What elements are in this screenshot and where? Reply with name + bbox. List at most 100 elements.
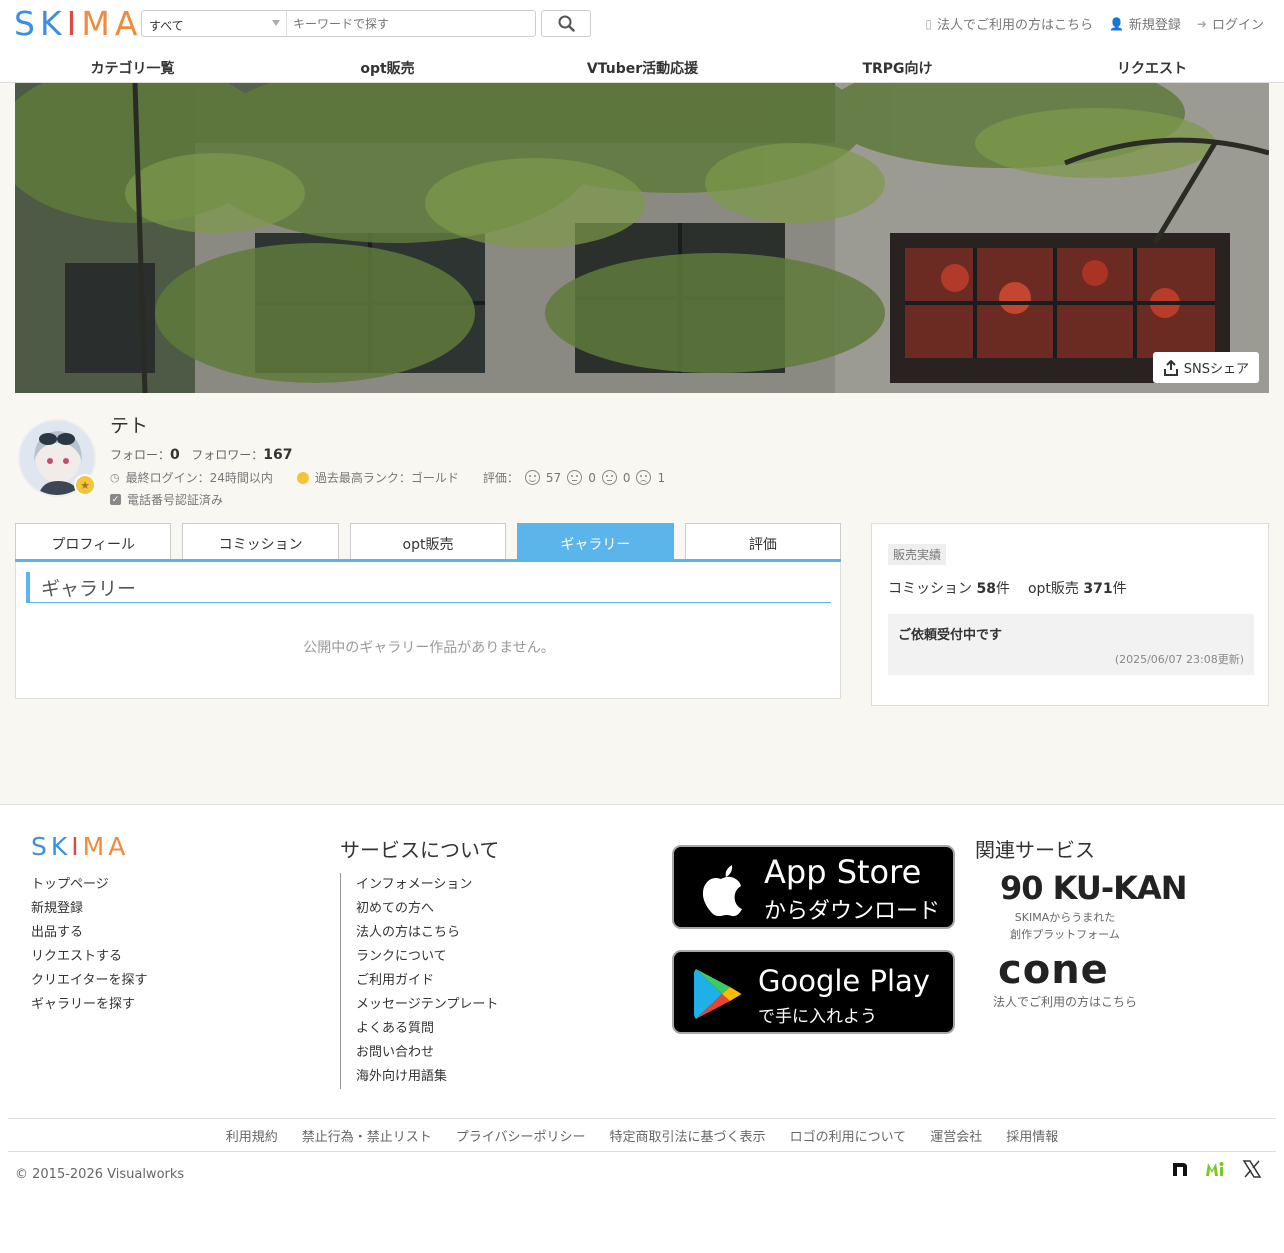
legal-link-prohibited[interactable]: 禁止行為・禁止リスト [302,1126,432,1145]
footer-links-service: インフォメーション 初めての方へ 法人の方はこちら ランクについて ご利用ガイド… [340,873,498,1089]
google-play-badge[interactable]: Google Play で手に入れよう [672,950,955,1034]
footer-link-faq[interactable]: よくある質問 [356,1021,434,1036]
login-link-label: ログイン [1211,18,1264,33]
footer-link-request[interactable]: リクエストする [31,949,122,964]
site-header: SKIMA すべて ▯ 法人でご利用の方はこちら 👤 新規登録 ➜ ログイン カ… [0,0,1284,83]
profile-banner: SNSシェア [15,83,1269,393]
cone-logo[interactable]: cone [998,947,1109,993]
footer-link-register[interactable]: 新規登録 [31,901,83,916]
sales-record-box: 販売実績 コミッション 58件 opt販売 371件 ご依頼受付中です (202… [871,523,1269,706]
footer-link-information[interactable]: インフォメーション [356,877,472,892]
misskey-icon[interactable] [1204,1159,1228,1183]
footer-logo[interactable]: SKIMA [31,832,129,861]
nav-vtuber[interactable]: VTuber活動応援 [510,55,775,78]
google-play-sub: で手に入れよう [758,1007,877,1027]
register-link[interactable]: 👤 新規登録 [1108,14,1181,34]
search-input[interactable] [287,11,535,36]
nav-trpg[interactable]: TRPG向け [775,55,1020,78]
x-icon[interactable] [1242,1159,1262,1183]
request-updated: (2025/06/07 23:08更新) [1114,653,1244,666]
copyright: © 2015-2026 Visualworks [15,1167,185,1182]
building-icon: ▯ [925,16,932,31]
tab-reviews[interactable]: 評価 [684,523,842,559]
cone-description: 法人でご利用の方はこちら [992,995,1137,1009]
note-icon[interactable] [1170,1159,1190,1183]
rating-bad-count: 1 [657,470,666,485]
google-play-icon [694,969,741,1019]
tab-commission[interactable]: コミッション [182,523,339,559]
rating-neutral-count: 0 [622,470,631,485]
rating-label: 評価： [482,471,519,485]
footer-link-top[interactable]: トップページ [31,877,109,892]
footer-links-main: トップページ 新規登録 出品する リクエストする クリエイターを探す ギャラリー… [31,873,147,1017]
footer-link-find-gallery[interactable]: ギャラリーを探す [31,997,135,1012]
site-logo[interactable]: SKIMA [14,4,142,43]
kukan-logo[interactable]: 90 KU-KAN [1000,869,1188,907]
meh-face-icon [601,470,617,485]
social-links [1170,1159,1262,1183]
footer-link-find-creator[interactable]: クリエイターを探す [31,973,147,988]
check-icon: ✓ [110,494,121,505]
search-icon [558,15,575,32]
search-bar: すべて [141,10,536,37]
category-select[interactable]: すべて [142,11,287,36]
footer-link-rank[interactable]: ランクについて [356,949,447,964]
profile-meta: ◷ 最終ログイン：24時間以内 過去最高ランク：ゴールド 評価： 57 0 0 … [110,469,665,486]
logo-letter: M [81,4,115,43]
legal-link-commercial-law[interactable]: 特定商取引法に基づく表示 [610,1126,766,1145]
profile-tabs: プロフィール コミッション opt販売 ギャラリー 評価 [15,523,842,562]
site-footer: SKIMA トップページ 新規登録 出品する リクエストする クリエイターを探す… [0,804,1284,1253]
sns-share-button[interactable]: SNSシェア [1152,352,1259,383]
clock-icon: ◷ [110,471,120,484]
legal-link-terms[interactable]: 利用規約 [226,1126,278,1145]
legal-link-recruit[interactable]: 採用情報 [1006,1126,1058,1145]
legal-link-company[interactable]: 運営会社 [930,1126,982,1145]
follow-link[interactable]: フォロー：0 [110,447,180,463]
logo-letter: K [50,832,72,861]
commission-sales-label: コミッション [888,581,972,597]
phone-verified: ✓ 電話番号認証済み [110,491,223,508]
follower-count: 167 [263,447,293,463]
phone-verified-label: 電話番号認証済み [127,493,224,507]
footer-link-contact[interactable]: お問い合わせ [356,1045,434,1060]
opt-sales: opt販売 371件 [1028,578,1127,598]
smile-face-icon [524,470,540,485]
commission-sales-unit: 件 [995,581,1010,597]
footer-link-beginners[interactable]: 初めての方へ [356,901,434,916]
footer-link-corporate[interactable]: 法人の方はこちら [356,925,460,940]
search-button[interactable] [541,10,591,37]
footer-link-sell[interactable]: 出品する [31,925,83,940]
footer-link-glossary[interactable]: 海外向け用語集 [356,1069,447,1084]
nav-opt-sales[interactable]: opt販売 [265,55,510,78]
sales-record-label: 販売実績 [888,544,947,565]
profile-name: テト [110,415,149,437]
corporate-link[interactable]: ▯ 法人でご利用の方はこちら [925,14,1093,34]
neutral-face-icon [567,470,583,485]
rank-medal-icon: ★ [74,474,96,496]
user-plus-icon: 👤 [1108,16,1124,31]
nav-request[interactable]: リクエスト [1020,55,1284,78]
tab-opt-sales[interactable]: opt販売 [349,523,507,559]
legal-link-logo-usage[interactable]: ロゴの利用について [790,1126,907,1145]
tab-gallery[interactable]: ギャラリー [517,523,674,559]
banner-image [15,83,1269,393]
logo-letter: I [66,4,82,43]
highest-rank: 過去最高ランク：ゴールド [314,471,459,485]
service-title: サービスについて [340,838,500,862]
app-store-name: App Store [764,853,922,891]
nav-category-list[interactable]: カテゴリ一覧 [0,55,265,78]
legal-link-privacy[interactable]: プライバシーポリシー [456,1126,586,1145]
footer-link-guide[interactable]: ご利用ガイド [356,973,434,988]
kukan-description: SKIMAからうまれた 創作プラットフォーム [975,909,1155,943]
login-link[interactable]: ➜ ログイン [1197,14,1264,34]
follower-link[interactable]: フォロワー：167 [191,447,293,463]
follow-label: フォロー： [110,448,171,462]
apple-icon [702,865,742,917]
follow-count: 0 [170,447,180,463]
app-store-badge[interactable]: App Store からダウンロード [672,845,955,929]
tab-profile[interactable]: プロフィール [15,523,172,559]
sales-counts: コミッション 58件 opt販売 371件 [888,578,1127,598]
footer-link-message-template[interactable]: メッセージテンプレート [356,997,498,1012]
header-links: ▯ 法人でご利用の方はこちら 👤 新規登録 ➜ ログイン [925,14,1264,34]
main-nav: カテゴリ一覧 opt販売 VTuber活動応援 TRPG向け リクエスト [0,55,1284,78]
